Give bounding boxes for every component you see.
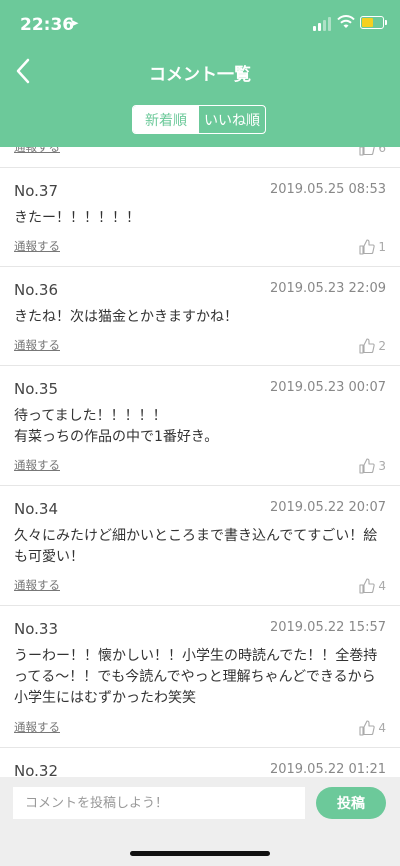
like-button[interactable]: 6 [359,147,386,156]
comment-text: 久々にみたけど細かいところまで書き込んでてすごい！絵も可愛い！ [14,528,378,565]
comment-number: No.32 [14,762,58,777]
like-button[interactable]: 2 [359,338,386,354]
report-link[interactable]: 通報する [14,457,60,473]
comment-date: 2019.05.22 20:07 [269,500,386,515]
report-link[interactable]: 通報する [14,719,60,735]
cell-signal-icon [313,17,333,31]
thumbs-up-icon [359,338,376,354]
thumbs-up-icon [359,239,376,255]
location-arrow-icon: ➤ [69,16,80,30]
home-indicator [130,851,270,856]
comment-number: No.33 [14,620,58,638]
comment-text: 待ってました！！！！！ 有菜っちの作品の中で1番好き。 [14,408,219,445]
status-bar: 22:36 ➤ [0,0,400,46]
comment-number: No.36 [14,281,58,299]
comment-item: No.33 2019.05.22 15:57 うーわー！！懐かしい！！小学生の時… [0,605,400,747]
thumbs-up-icon [359,578,376,594]
comment-number: No.37 [14,182,58,200]
comment-item: No.37 2019.05.25 08:53 きたー！！！！！！ 通報する 1 [0,167,400,266]
comment-date: 2019.05.25 08:53 [269,182,386,197]
like-count: 4 [378,721,386,735]
comment-text: うーわー！！懐かしい！！小学生の時読んでた！！全巻持ってる〜！！でも今読んでやっ… [14,648,378,706]
comment-text: きたね！次は猫金とかきますかね！ [14,309,238,325]
like-count: 3 [378,459,386,473]
thumbs-up-icon [359,720,376,736]
comment-item-partial: 通報する 6 [0,147,400,167]
like-button[interactable]: 4 [359,720,386,736]
comment-item: No.34 2019.05.22 20:07 久々にみたけど細かいところまで書き… [0,485,400,605]
comment-compose-bar: 投稿 [0,777,400,866]
report-link[interactable]: 通報する [14,577,60,593]
report-link[interactable]: 通報する [14,147,60,155]
comment-input[interactable] [13,787,305,819]
sort-toggle: 新着順 いいね順 [132,105,266,134]
comment-date: 2019.05.22 15:57 [269,620,386,635]
like-count: 2 [378,339,386,353]
thumbs-up-icon [359,458,376,474]
report-link[interactable]: 通報する [14,337,60,353]
comment-text: きたー！！！！！！ [14,210,140,226]
battery-icon [360,16,387,29]
status-time: 22:36 [20,15,75,35]
wifi-icon [337,15,355,28]
header: 22:36 ➤ コメント一覧 新着順 いいね順 [0,0,400,147]
like-button[interactable]: 3 [359,458,386,474]
thumbs-up-icon [359,147,376,156]
comment-date: 2019.05.23 00:07 [269,380,386,395]
sort-tab-new[interactable]: 新着順 [133,106,199,133]
post-button[interactable]: 投稿 [316,787,386,819]
comment-date: 2019.05.23 22:09 [269,281,386,296]
comment-list[interactable]: 通報する 6 No.37 2019.05.25 08:53 きたー！！！！！！ … [0,147,400,777]
comment-number: No.34 [14,500,58,518]
comment-item: No.36 2019.05.23 22:09 きたね！次は猫金とかきますかね！ … [0,266,400,365]
like-count: 4 [378,579,386,593]
comment-item: No.35 2019.05.23 00:07 待ってました！！！！！ 有菜っちの… [0,365,400,485]
like-count: 1 [378,240,386,254]
page-title: コメント一覧 [149,65,251,85]
comment-number: No.35 [14,380,58,398]
report-link[interactable]: 通報する [14,238,60,254]
comment-date: 2019.05.22 01:21 [269,762,386,777]
like-button[interactable]: 1 [359,239,386,255]
like-button[interactable]: 4 [359,578,386,594]
like-count: 6 [378,147,386,155]
sort-tab-likes[interactable]: いいね順 [199,106,265,133]
comment-item: No.32 2019.05.22 01:21 [0,747,400,777]
